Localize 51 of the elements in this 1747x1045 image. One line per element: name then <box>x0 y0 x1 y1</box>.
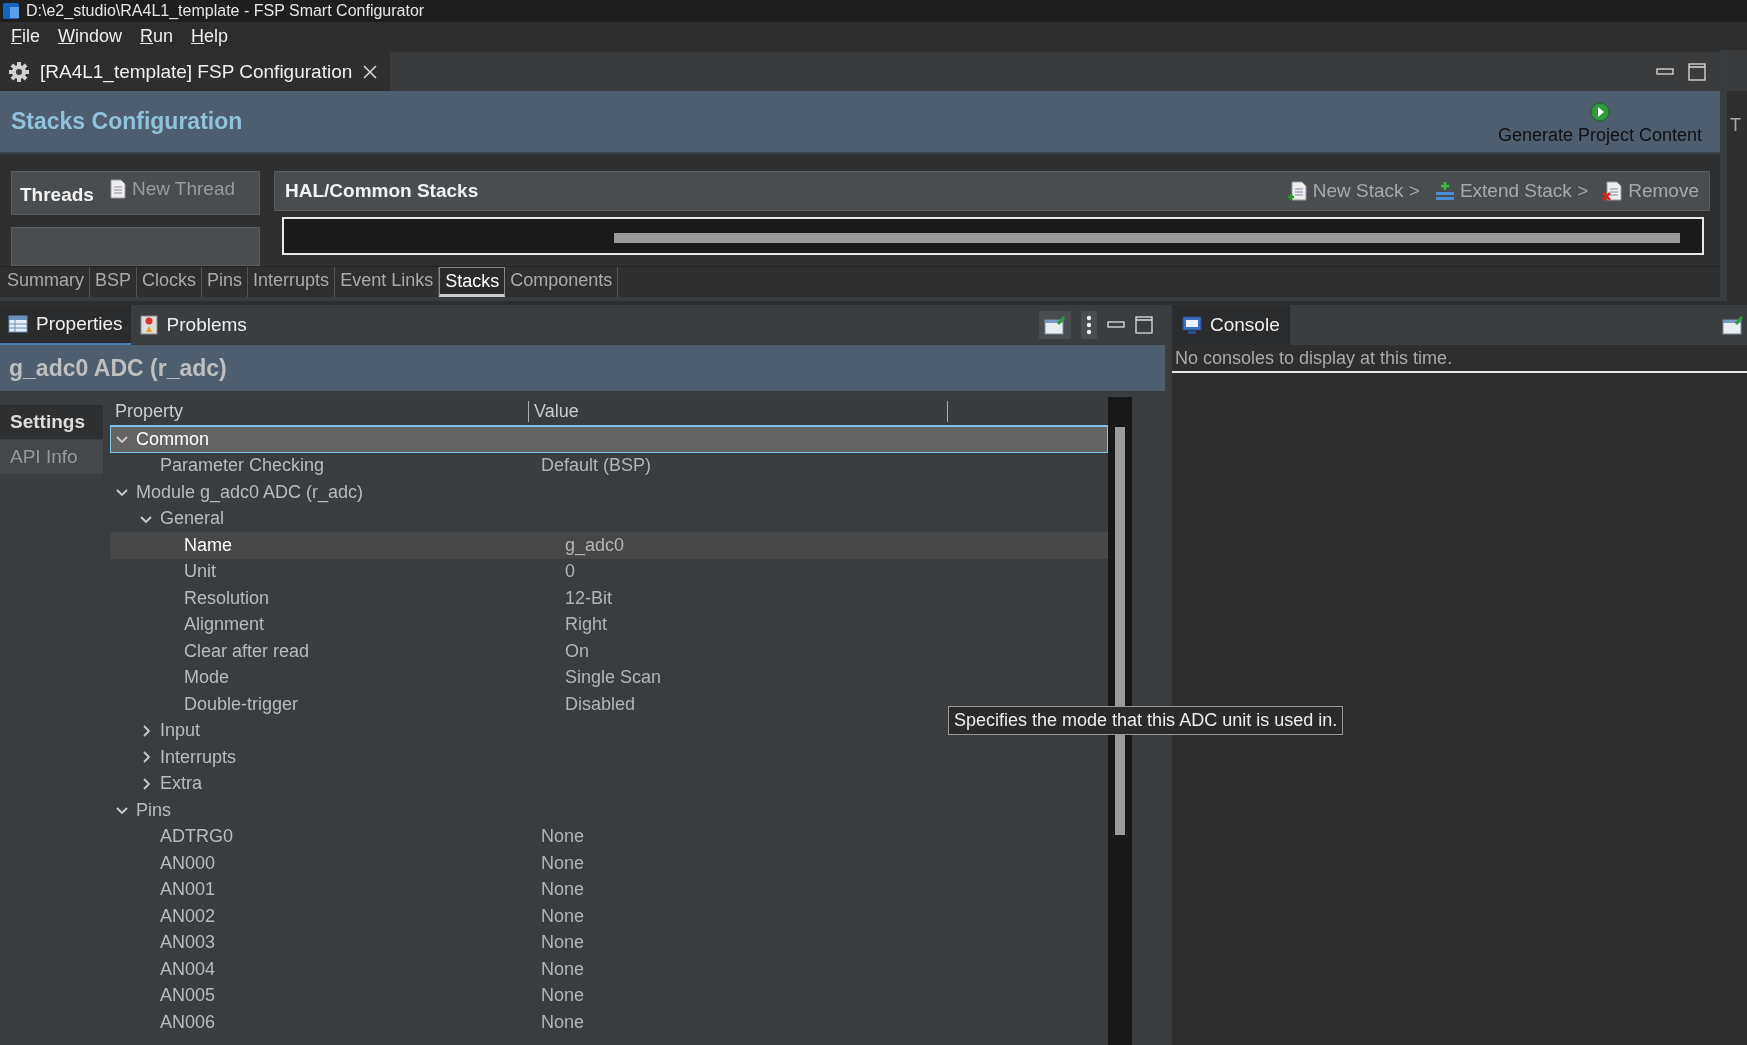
page-title: Stacks Configuration <box>11 108 244 135</box>
property-name: AN006 <box>160 1011 216 1033</box>
window-title: D:\e2_studio\RA4L1_template - FSP Smart Configurator <box>26 2 425 20</box>
property-name: AN002 <box>160 905 216 927</box>
property-name: Resolution <box>184 587 270 609</box>
property-name: Parameter Checking <box>160 455 325 477</box>
properties-title: g_adc0 ADC (r_adc) <box>0 345 1165 391</box>
property-name: AN000 <box>160 852 216 874</box>
tab-title: [RA4L1_template] FSP Configuration <box>40 60 353 83</box>
property-name: Interrupts <box>160 746 237 768</box>
property-value: Right <box>564 614 608 636</box>
tooltip: Specifies the mode that this ADC unit is used in. <box>948 706 1344 735</box>
property-value: None <box>540 879 585 901</box>
property-name: General <box>160 508 225 530</box>
property-name: Common <box>136 428 210 450</box>
property-value: 12-Bit <box>564 587 613 609</box>
property-name: Name <box>184 534 232 556</box>
property-name: Module g_adc0 ADC (r_adc) <box>136 481 364 503</box>
threads-title: Threads <box>20 183 94 206</box>
property-value: None <box>540 852 585 874</box>
property-name: Extra <box>160 773 202 795</box>
property-value: Disabled <box>564 693 636 715</box>
property-name: AN003 <box>160 932 216 954</box>
property-value: Single Scan <box>564 667 662 689</box>
side-panel-label: T <box>1729 114 1742 136</box>
property-name: Pins <box>136 799 171 821</box>
property-name: Mode <box>184 667 230 689</box>
property-value: None <box>540 985 585 1007</box>
property-value: g_adc0 <box>564 534 625 556</box>
property-name: AN005 <box>160 985 216 1007</box>
property-name: AN001 <box>160 879 216 901</box>
property-name: Double-trigger <box>184 693 299 715</box>
stacks-title: HAL/Common Stacks <box>285 180 480 202</box>
property-value: None <box>540 905 585 927</box>
property-name: Unit <box>184 561 216 583</box>
property-value: 0 <box>564 561 575 583</box>
property-name: AN004 <box>160 958 216 980</box>
property-name: Alignment <box>184 614 265 636</box>
property-name: Clear after read <box>184 640 310 662</box>
property-name: ADTRG0 <box>160 826 233 848</box>
property-value: None <box>540 932 585 954</box>
property-name: Input <box>160 720 201 742</box>
view-tab-label: Properties <box>36 313 123 335</box>
view-tab-label: Problems <box>166 314 247 336</box>
property-value: None <box>540 958 585 980</box>
property-value: None <box>540 1011 585 1033</box>
property-value: None <box>540 826 585 848</box>
console-tab-label: Console <box>1210 314 1280 336</box>
console-message: No consoles to display at this time. <box>1172 345 1747 373</box>
property-value: On <box>564 640 589 662</box>
property-value: Default (BSP) <box>540 455 652 477</box>
